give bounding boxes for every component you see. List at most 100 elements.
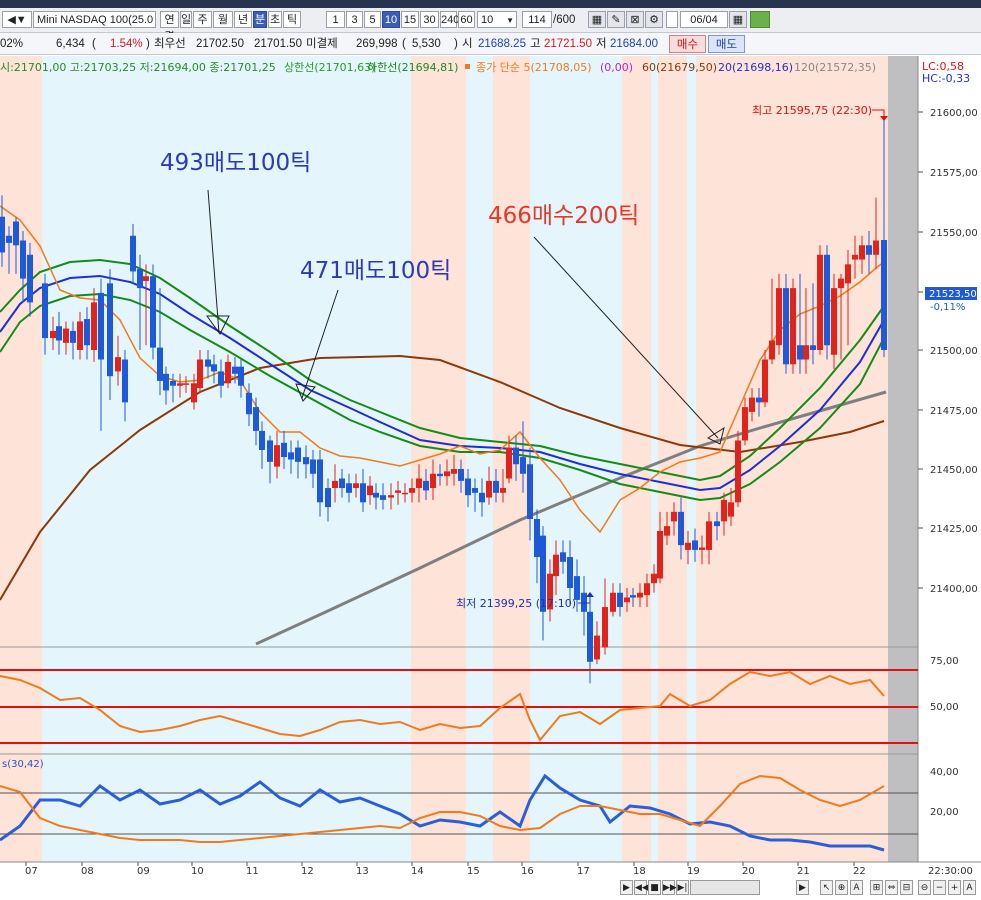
candle-up xyxy=(177,383,183,386)
count-input[interactable]: 114 xyxy=(522,11,552,28)
scroll-slider[interactable] xyxy=(690,880,760,895)
candle-down xyxy=(479,492,485,503)
end-icon[interactable]: ▶| xyxy=(676,880,689,895)
time-tick-label: 14 xyxy=(411,866,424,877)
lower-panel-label: s(30,42) xyxy=(2,759,44,770)
period-button[interactable]: 초 xyxy=(268,11,282,28)
date-input[interactable]: 06/04 xyxy=(680,11,728,28)
interval-button[interactable]: 30 xyxy=(420,11,439,28)
stop-icon[interactable]: ■ xyxy=(648,880,661,895)
candle-up xyxy=(637,592,643,598)
candle-up xyxy=(367,485,373,496)
candle-down xyxy=(163,373,169,391)
candle-up xyxy=(817,254,823,350)
period-button[interactable]: 주 xyxy=(193,11,212,28)
period-button[interactable]: 틱 xyxy=(283,11,301,28)
candle-down xyxy=(423,480,429,491)
interval-button[interactable]: 5 xyxy=(364,11,381,28)
period-button[interactable]: 연결 xyxy=(160,11,179,43)
interval-button[interactable]: 240 xyxy=(440,11,459,28)
rewind-icon[interactable]: ◀◀ xyxy=(634,880,649,895)
paren-close: ) xyxy=(146,38,150,50)
sell-button[interactable]: 매도 xyxy=(708,35,745,53)
plus-icon[interactable]: + xyxy=(948,880,961,895)
fast-forward-icon[interactable]: ▶▶ xyxy=(662,880,677,895)
draw-icon[interactable]: ✎ xyxy=(607,11,625,28)
candle-up xyxy=(143,276,149,281)
price-tick-label: 21425,00 xyxy=(930,524,978,535)
candle-down xyxy=(560,552,566,562)
candle-up xyxy=(728,502,734,517)
date-checkbox[interactable] xyxy=(666,11,678,28)
lower-tick-40: 40,00 xyxy=(930,767,959,778)
paren-open: ( xyxy=(92,38,96,50)
menu-icon[interactable]: ◀▼ xyxy=(2,11,32,28)
candle-down xyxy=(253,407,259,431)
candle-up xyxy=(416,478,422,489)
high-label: 고 xyxy=(530,38,541,50)
best-ask-label: 최우선 xyxy=(154,38,186,50)
gear-icon[interactable]: ⚙ xyxy=(645,11,663,28)
current-change: -0,11% xyxy=(930,302,965,313)
candle-up xyxy=(409,488,415,493)
candle-up xyxy=(838,278,844,289)
price-tick-label: 21400,00 xyxy=(930,584,978,595)
price-tick-label: 21500,00 xyxy=(930,346,978,357)
period-button[interactable]: 분 xyxy=(253,11,267,28)
high-value: 21721.50 xyxy=(544,38,592,50)
candle-down xyxy=(13,221,19,246)
candle-down xyxy=(232,366,238,374)
interval-button[interactable]: 1 xyxy=(326,11,345,28)
grid-icon[interactable]: ▦ xyxy=(588,11,606,28)
candle-down xyxy=(56,326,62,341)
candle-up xyxy=(332,480,338,489)
zoom-out-icon[interactable]: ⊖ xyxy=(918,880,931,895)
candle-up xyxy=(353,483,359,489)
interval-button[interactable]: 15 xyxy=(401,11,419,28)
font-icon[interactable]: A xyxy=(963,880,976,895)
low-mark-label: 최저 21399,25 (17:10) xyxy=(456,597,576,610)
candle-down xyxy=(346,483,352,493)
price-axis: 21600,0021575,0021550,0021525,0021500,00… xyxy=(918,108,978,595)
time-tick-label: 20 xyxy=(742,866,755,877)
zoom-icon[interactable]: ⊕ xyxy=(835,880,848,895)
period-button[interactable]: 일 xyxy=(180,11,192,28)
title-bar xyxy=(0,0,981,8)
cursor-icon[interactable]: ↖ xyxy=(820,880,833,895)
candle-up xyxy=(624,597,630,603)
candle-down xyxy=(0,216,5,253)
candle-up xyxy=(699,547,705,550)
calendar-icon[interactable]: ▦ xyxy=(729,11,747,28)
buy-button[interactable]: 매수 xyxy=(669,35,706,53)
annotation-sell-471: 471매도100틱 xyxy=(300,258,451,284)
time-axis: 07 08 09 10 11 12 13 14 15 16 17 18 19 20 21 22 xyxy=(25,862,866,877)
legend-ma: 종가 단순 5(21708,05) xyxy=(476,61,592,74)
low-value: 21684.00 xyxy=(610,38,658,50)
interval-button[interactable]: 10 xyxy=(382,11,400,28)
candle-up xyxy=(671,511,677,522)
symbol-select[interactable]: Mini NASDAQ 100(25.0 xyxy=(33,11,156,28)
scroll-end-icon[interactable]: ▶ xyxy=(796,880,809,895)
compare-icon[interactable]: ⊠ xyxy=(626,11,644,28)
range-icon[interactable]: ⇔ xyxy=(885,880,898,895)
interval-input[interactable]: 10 ▼ xyxy=(477,11,517,28)
interval-button[interactable]: 3 xyxy=(346,11,363,28)
play-icon[interactable]: ▶ xyxy=(620,880,633,895)
layout-icon[interactable]: ⊟ xyxy=(900,880,913,895)
candle-down xyxy=(281,442,287,458)
time-tick-label: 12 xyxy=(301,866,314,877)
minus-icon[interactable]: − xyxy=(933,880,946,895)
candle-up xyxy=(506,447,512,479)
candle-down xyxy=(714,521,720,527)
candle-down xyxy=(520,457,526,474)
period-button[interactable]: 월 xyxy=(213,11,233,28)
interval-button[interactable]: 60 xyxy=(458,11,475,28)
legend-ma-zero: (0,00) xyxy=(600,61,633,74)
font-icon[interactable]: A xyxy=(850,880,863,895)
chart-area[interactable]: s(30,42) 시:21701,00 고:21703,25 저:21694,0… xyxy=(0,56,981,900)
legend-ma60: 60(21679,50) xyxy=(642,61,717,74)
period-button[interactable]: 년 xyxy=(234,11,252,28)
annotation-buy-466: 466매수200틱 xyxy=(488,203,639,229)
crosshair-icon[interactable]: ⊞ xyxy=(870,880,883,895)
sell-zone xyxy=(42,56,411,862)
